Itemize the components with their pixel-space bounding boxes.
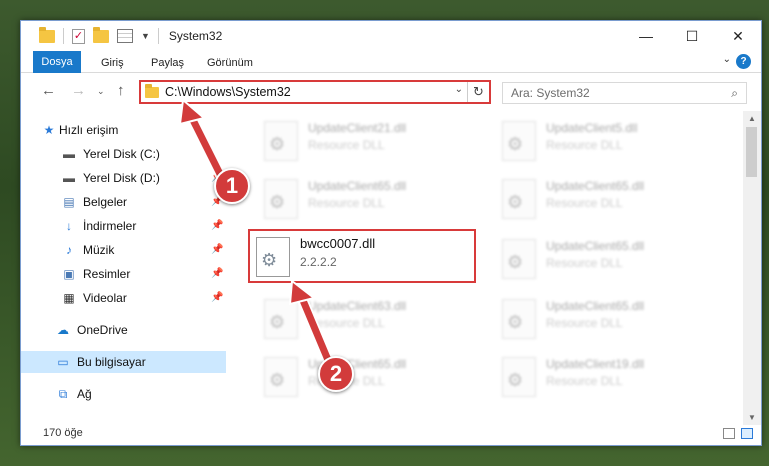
- arrow-one: [188, 114, 226, 182]
- arrow-two-head: [288, 279, 317, 306]
- callout-badge-one: 1: [214, 168, 250, 204]
- arrow-two: [298, 294, 332, 364]
- callout-arrows: [178, 98, 334, 366]
- arrow-one-head: [178, 98, 207, 126]
- callout-badge-two: 2: [318, 356, 354, 392]
